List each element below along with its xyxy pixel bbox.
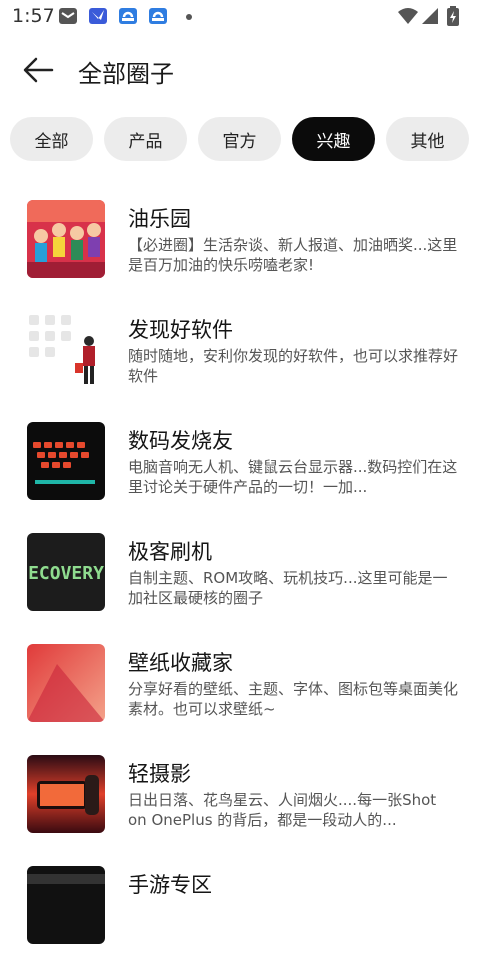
- status-bar: 1:57: [0, 0, 499, 34]
- wifi-icon: [398, 8, 418, 24]
- circle-thumbnail: [27, 311, 105, 389]
- app-icon: [89, 8, 107, 24]
- circle-thumbnail: [27, 755, 105, 833]
- circle-item-software[interactable]: 发现好软件 随时随地，安利你发现的好软件，也可以求推荐好软件: [0, 301, 499, 412]
- battery-icon: [447, 6, 459, 26]
- circle-item-digital[interactable]: 数码发烧友 电脑音响无人机、键鼠云台显示器...数码控们在这里讨论关于硬件产品的…: [0, 412, 499, 523]
- circle-description: 日出日落、花鸟星云、人间烟火....每一张Shot on OnePlus 的背后…: [128, 791, 437, 829]
- tab-official[interactable]: 官方: [198, 117, 281, 161]
- tab-all[interactable]: 全部: [10, 117, 93, 161]
- circle-item-geek-rom[interactable]: ECOVERY 极客刷机 自制主题、ROM攻略、玩机技巧...这里可能是一加社区…: [0, 523, 499, 634]
- circle-title: 轻摄影: [128, 762, 191, 786]
- circle-title: 极客刷机: [128, 540, 212, 564]
- arrow-left-icon[interactable]: [20, 52, 56, 88]
- circle-title: 数码发烧友: [128, 429, 233, 453]
- circle-item-mobile-games[interactable]: 手游专区: [0, 856, 499, 967]
- app-icon: [119, 8, 137, 24]
- tab-product[interactable]: 产品: [104, 117, 187, 161]
- circle-title: 发现好软件: [128, 318, 233, 342]
- circle-description: 分享好看的壁纸、主题、字体、图标包等桌面美化素材。也可以求壁纸~: [128, 680, 458, 718]
- category-tabs: 全部 产品 官方 兴趣 其他: [10, 117, 469, 161]
- circle-thumbnail: [27, 200, 105, 278]
- circle-thumbnail: ECOVERY: [27, 533, 105, 611]
- page-title: 全部圈子: [78, 60, 174, 88]
- circle-thumbnail: [27, 422, 105, 500]
- header: 全部圈子: [0, 40, 499, 100]
- notification-dot: [186, 14, 192, 20]
- circle-description: 随时随地，安利你发现的好软件，也可以求推荐好软件: [128, 347, 458, 385]
- circle-item-photography[interactable]: 轻摄影 日出日落、花鸟星云、人间烟火....每一张Shot on OnePlus…: [0, 745, 499, 856]
- circle-description: 【必进圈】生活杂谈、新人报道、加油晒奖...这里是百万加油的快乐唠嗑老家!: [128, 236, 458, 274]
- circle-thumbnail: [27, 866, 105, 944]
- tab-interest[interactable]: 兴趣: [292, 117, 375, 161]
- circle-description: 电脑音响无人机、键鼠云台显示器...数码控们在这里讨论关于硬件产品的一切！一加.…: [128, 458, 458, 496]
- mail-icon: [59, 8, 77, 24]
- circle-description: 自制主题、ROM攻略、玩机技巧...这里可能是一加社区最硬核的圈子: [128, 569, 448, 607]
- app-icon: [149, 8, 167, 24]
- circle-title: 油乐园: [128, 207, 191, 231]
- status-time: 1:57: [12, 5, 55, 27]
- tab-other[interactable]: 其他: [386, 117, 469, 161]
- signal-icon: [422, 8, 438, 24]
- circle-title: 手游专区: [128, 873, 212, 897]
- recovery-text: ECOVERY: [28, 563, 104, 584]
- circle-item-wallpaper[interactable]: 壁纸收藏家 分享好看的壁纸、主题、字体、图标包等桌面美化素材。也可以求壁纸~: [0, 634, 499, 745]
- circle-list: 油乐园 【必进圈】生活杂谈、新人报道、加油晒奖...这里是百万加油的快乐唠嗑老家…: [0, 190, 499, 967]
- circle-thumbnail: [27, 644, 105, 722]
- circle-item-youleyuan[interactable]: 油乐园 【必进圈】生活杂谈、新人报道、加油晒奖...这里是百万加油的快乐唠嗑老家…: [0, 190, 499, 301]
- circle-title: 壁纸收藏家: [128, 651, 233, 675]
